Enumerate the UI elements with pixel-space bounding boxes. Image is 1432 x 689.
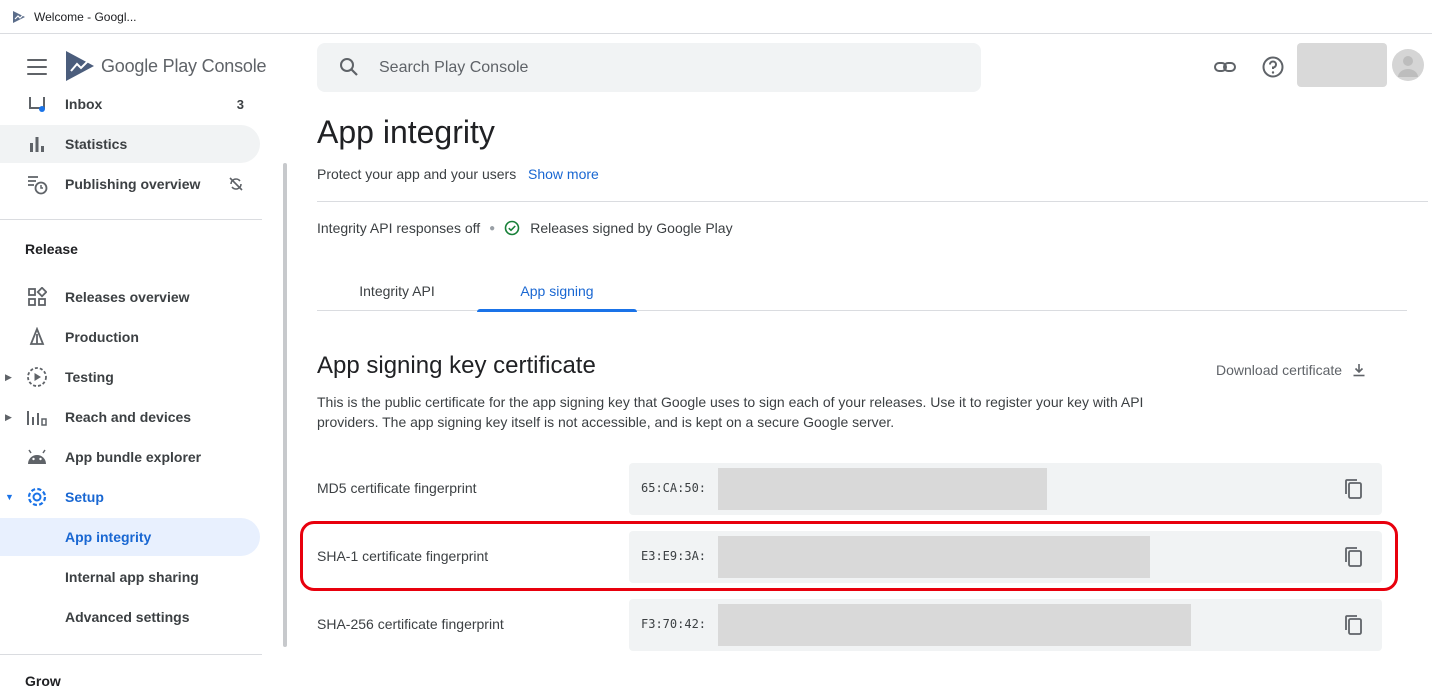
search-input[interactable]: Search Play Console (379, 59, 528, 77)
expand-caret-icon[interactable]: ▶ (5, 412, 12, 423)
header-divider (317, 201, 1428, 202)
play-circle-icon (26, 366, 48, 388)
download-certificate-label: Download certificate (1216, 362, 1343, 378)
redacted-block (718, 604, 1191, 646)
sidebar-item-app-bundle-explorer[interactable]: App bundle explorer (0, 438, 260, 476)
help-icon[interactable] (1261, 55, 1285, 79)
sidebar-item-label: App bundle explorer (65, 449, 202, 465)
tab-bar: Integrity API App signing (317, 271, 1407, 312)
play-console-favicon (13, 11, 25, 23)
sidebar-item-label: Internal app sharing (65, 569, 199, 585)
inbox-icon (26, 93, 48, 115)
redacted-block (718, 468, 1047, 510)
sidebar-scrollbar[interactable] (283, 163, 287, 647)
copy-icon[interactable] (1342, 478, 1364, 500)
production-icon (26, 326, 48, 348)
brand-name: Google Play Console (101, 55, 267, 76)
reach-bars-icon (26, 406, 48, 428)
page-subtitle: Protect your app and your users (317, 166, 517, 182)
inbox-count-badge: 3 (236, 96, 244, 112)
bar-chart-icon (26, 133, 48, 155)
sidebar-item-setup[interactable]: ▼ Setup (0, 478, 260, 516)
android-icon (26, 446, 48, 468)
sidebar-section-release: Release (25, 241, 78, 257)
collapse-caret-icon[interactable]: ▼ (5, 492, 14, 502)
sidebar-item-internal-app-sharing[interactable]: Internal app sharing (0, 558, 260, 596)
sidebar: Google Play Console Inbox 3 Statistics P… (0, 35, 287, 689)
tab-app-signing[interactable]: App signing (477, 271, 637, 312)
fingerprint-value: 65:CA:50: (641, 481, 707, 495)
highlight-annotation (300, 521, 1398, 591)
fingerprint-value-box: 65:CA:50: (629, 463, 1382, 515)
browser-tab-title: Welcome - Googl... (34, 10, 137, 24)
sidebar-item-testing[interactable]: ▶ Testing (0, 358, 260, 396)
fingerprint-value: F3:70:42: (641, 617, 707, 631)
publishing-overview-icon (26, 173, 48, 195)
account-switcher[interactable] (1297, 43, 1387, 87)
sidebar-item-label: Statistics (65, 136, 128, 152)
sidebar-item-label: Reach and devices (65, 409, 192, 425)
integrity-api-status: Integrity API responses off (317, 220, 481, 236)
browser-tab[interactable]: Welcome - Googl... (0, 0, 136, 34)
sidebar-divider (0, 654, 262, 655)
sidebar-item-label: Releases overview (65, 289, 190, 305)
fingerprint-value-box: F3:70:42: (629, 599, 1382, 651)
sidebar-item-app-integrity[interactable]: App integrity (0, 518, 260, 556)
link-icon[interactable] (1213, 55, 1237, 79)
sidebar-item-statistics[interactable]: Statistics (0, 125, 260, 163)
show-more-link[interactable]: Show more (528, 166, 599, 182)
sidebar-item-advanced-settings[interactable]: Advanced settings (0, 598, 260, 636)
sidebar-item-publishing-overview[interactable]: Publishing overview (0, 165, 260, 203)
download-certificate-button[interactable]: Download certificate (1216, 362, 1366, 378)
fingerprint-row-sha256: SHA-256 certificate fingerprint F3:70:42… (317, 599, 1382, 651)
sidebar-item-label: Inbox (65, 96, 103, 112)
section-description: This is the public certificate for the a… (317, 394, 1144, 430)
sidebar-item-releases-overview[interactable]: Releases overview (0, 278, 260, 316)
sidebar-item-reach-and-devices[interactable]: ▶ Reach and devices (0, 398, 260, 436)
sidebar-item-label: Advanced settings (65, 609, 190, 625)
sync-off-icon[interactable] (228, 176, 244, 195)
sidebar-item-label: App integrity (65, 529, 152, 545)
page-title: App integrity (317, 114, 495, 150)
sidebar-item-inbox[interactable]: Inbox 3 (0, 85, 260, 123)
sidebar-item-label: Testing (65, 369, 114, 385)
sidebar-item-label: Setup (65, 489, 104, 505)
signing-status: Releases signed by Google Play (530, 220, 733, 236)
sidebar-section-grow: Grow (25, 673, 61, 689)
browser-tab-bar: Welcome - Googl... (0, 0, 1432, 34)
expand-caret-icon[interactable]: ▶ (5, 372, 12, 383)
gear-icon (26, 486, 48, 508)
avatar[interactable] (1392, 49, 1424, 81)
fingerprint-label: MD5 certificate fingerprint (317, 480, 477, 496)
fingerprint-row-md5: MD5 certificate fingerprint 65:CA:50: (317, 463, 1382, 515)
check-circle-icon (504, 220, 520, 236)
menu-icon[interactable] (27, 59, 47, 75)
play-console-logo-icon (66, 51, 94, 81)
section-title: App signing key certificate (317, 352, 596, 379)
sidebar-item-label: Publishing overview (65, 176, 201, 192)
play-console-logo[interactable]: Google Play Console (65, 50, 267, 82)
fingerprint-label: SHA-256 certificate fingerprint (317, 616, 504, 632)
sidebar-divider (0, 219, 262, 220)
search-bar[interactable]: Search Play Console (317, 43, 981, 92)
separator-dot: ● (489, 222, 496, 234)
dashboard-grid-icon (26, 286, 48, 308)
search-icon (339, 57, 359, 82)
download-icon (1353, 364, 1365, 377)
sidebar-item-production[interactable]: Production (0, 318, 260, 356)
sidebar-item-label: Production (65, 329, 139, 345)
status-row: Integrity API responses off ● Releases s… (317, 220, 733, 236)
tab-integrity-api[interactable]: Integrity API (317, 271, 477, 311)
copy-icon[interactable] (1342, 614, 1364, 636)
